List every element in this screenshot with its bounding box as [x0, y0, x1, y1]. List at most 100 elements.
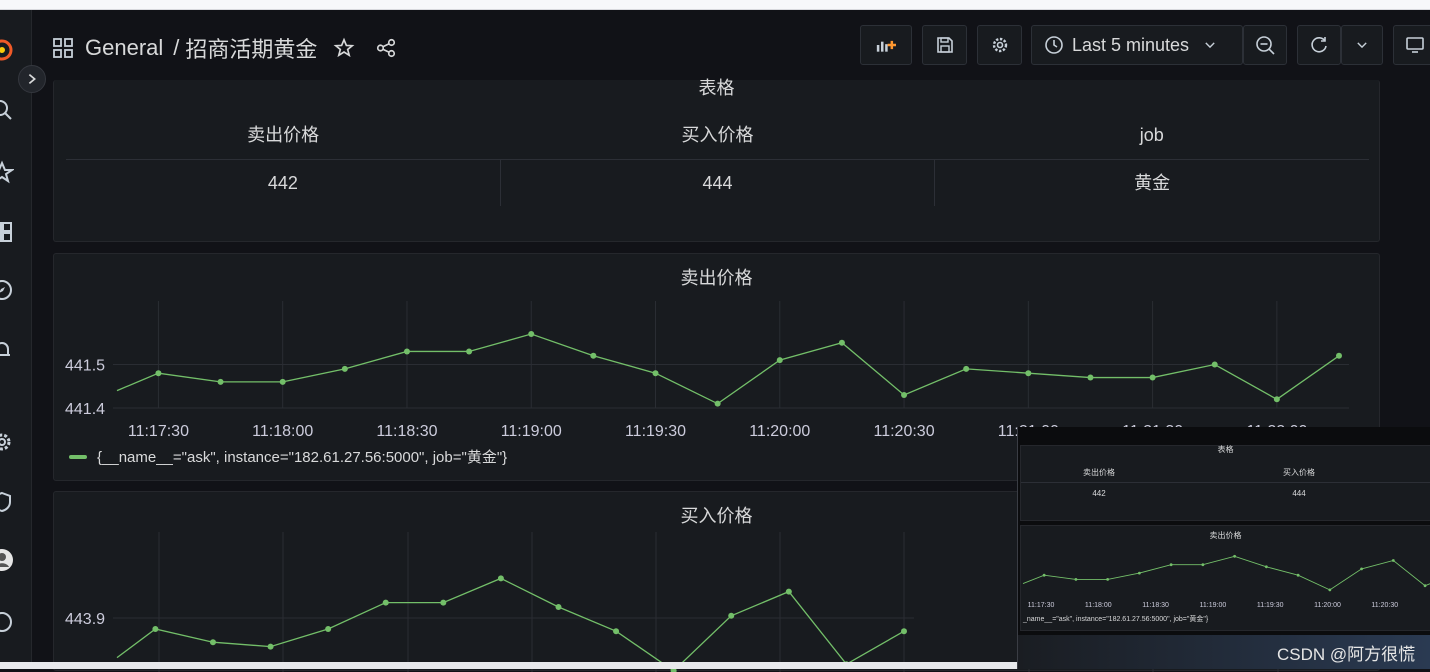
- data-point: [590, 352, 597, 359]
- data-point: [528, 331, 535, 338]
- time-range-picker[interactable]: Last 5 minutes: [1031, 25, 1243, 65]
- star-icon[interactable]: [333, 37, 355, 59]
- thumb-cell: 442: [1092, 489, 1106, 498]
- time-range-label: Last 5 minutes: [1072, 34, 1190, 55]
- data-point: [963, 365, 970, 372]
- thumb-data-point: [1233, 554, 1237, 558]
- add-panel-icon: [876, 40, 896, 52]
- monitor-icon: [1406, 37, 1424, 53]
- chevron-down-icon: [1205, 42, 1215, 49]
- data-point: [279, 378, 286, 385]
- data-point: [497, 575, 504, 582]
- data-point: [1273, 396, 1280, 403]
- data-point: [1087, 374, 1094, 381]
- data-point: [901, 628, 907, 635]
- thumb-x-tick: 11:19:30: [1257, 602, 1284, 609]
- thumb-data-point: [1137, 571, 1141, 575]
- column-header[interactable]: job: [934, 120, 1369, 160]
- refresh-button[interactable]: [1297, 25, 1341, 65]
- browser-bottom-strip: [0, 662, 1017, 669]
- preview-thumbnail: 表格 卖出价格 买入价格 442 444 卖出价格 11:17:30 11:18:…: [1017, 427, 1430, 669]
- thumb-x-tick: 11:18:00: [1085, 602, 1112, 609]
- alerting-bell-icon[interactable]: [0, 338, 14, 362]
- table-cell: 444: [501, 160, 936, 206]
- chart-legend[interactable]: {__name__="ask", instance="182.61.27.56:…: [69, 446, 507, 467]
- view-mode-button[interactable]: [1393, 25, 1430, 65]
- data-point: [217, 378, 224, 385]
- legend-swatch: [69, 454, 87, 459]
- thumb-x-tick: 11:17:30: [1028, 602, 1055, 609]
- data-point: [613, 628, 620, 635]
- data-point: [785, 588, 792, 595]
- thumb-data-point: [1264, 565, 1268, 569]
- x-tick-label: 11:19:30: [625, 423, 686, 440]
- table-panel: 表格 卖出价格 买入价格 job 442 444 黄金: [53, 78, 1380, 242]
- data-point: [901, 391, 908, 398]
- data-point: [155, 370, 162, 377]
- clock-icon: [1045, 36, 1063, 54]
- thumb-data-point: [1296, 573, 1300, 577]
- x-tick-label: 11:20:00: [749, 423, 810, 440]
- thumb-x-tick: 11:20:30: [1371, 602, 1398, 609]
- chevron-down-icon: [1357, 42, 1367, 49]
- thumb-table-title: 表格: [1217, 445, 1234, 454]
- side-menu: [0, 10, 32, 662]
- thumb-x-tick: 11:19:00: [1200, 602, 1227, 609]
- browser-strip: [0, 0, 1430, 10]
- configuration-gear-icon[interactable]: [0, 430, 14, 454]
- dashboard-title[interactable]: 招商活期黄金: [185, 32, 317, 64]
- legend-label: {__name__="ask", instance="182.61.27.56:…: [97, 449, 508, 466]
- table-cell: 黄金: [1134, 173, 1171, 193]
- data-point: [325, 626, 332, 632]
- data-point: [209, 639, 216, 646]
- data-point: [466, 348, 473, 355]
- thumb-data-point: [1328, 588, 1332, 592]
- star-icon[interactable]: [0, 160, 16, 184]
- thumb-col-header: 买入价格: [1283, 468, 1315, 477]
- help-icon[interactable]: [0, 610, 14, 634]
- search-icon[interactable]: [0, 98, 14, 122]
- dashboards-icon[interactable]: [0, 220, 14, 244]
- y-tick-label: 441.4: [65, 401, 105, 418]
- x-tick-label: 11:18:30: [376, 423, 437, 440]
- expand-menu-button[interactable]: [18, 65, 46, 93]
- breadcrumb: General / 招商活期黄金: [53, 32, 397, 64]
- shield-icon[interactable]: [0, 490, 14, 514]
- data-point: [776, 357, 783, 364]
- breadcrumb-separator: /: [173, 35, 180, 60]
- grafana-logo-icon[interactable]: [0, 38, 14, 62]
- data-point: [714, 400, 721, 407]
- table-cell: 442: [66, 160, 501, 206]
- share-icon[interactable]: [375, 37, 397, 59]
- dashboard-settings-button[interactable]: [977, 25, 1022, 65]
- user-avatar[interactable]: [0, 548, 14, 572]
- save-icon: [936, 37, 953, 53]
- thumb-data-point: [1042, 573, 1046, 577]
- thumb-chart-panel: 卖出价格 11:17:30 11:18:00 11:18:30 11:19:00 11:…: [1020, 525, 1430, 631]
- data-point: [267, 643, 274, 650]
- save-dashboard-button[interactable]: [922, 25, 967, 65]
- column-header[interactable]: 卖出价格: [66, 120, 501, 160]
- panel-title[interactable]: 表格: [54, 74, 1379, 100]
- explore-icon[interactable]: [0, 278, 14, 302]
- data-point: [403, 348, 410, 355]
- table-header-row: 卖出价格 买入价格 job: [66, 120, 1369, 160]
- thumb-data-point: [1106, 578, 1110, 581]
- add-panel-button[interactable]: [860, 25, 912, 65]
- zoom-out-button[interactable]: [1243, 25, 1287, 65]
- thumb-legend: _name__="ask", instance="182.61.27.56:50…: [1023, 616, 1209, 623]
- thumb-data-point: [1360, 567, 1363, 571]
- data-point: [652, 370, 659, 377]
- data-point: [728, 612, 735, 619]
- thumb-cell: 444: [1292, 489, 1306, 498]
- thumb-data-point: [1391, 559, 1395, 562]
- zoom-out-icon: [1256, 36, 1275, 55]
- thumb-x-tick: 11:18:30: [1142, 602, 1169, 609]
- refresh-interval-dropdown[interactable]: [1341, 25, 1383, 65]
- chevron-right-icon: [28, 73, 36, 85]
- y-tick-label: 443.9: [65, 611, 105, 628]
- dashboard-navbar: General / 招商活期黄金 Last 5 minutes: [33, 10, 1430, 80]
- x-tick-label: 11:17:30: [128, 423, 189, 440]
- breadcrumb-folder[interactable]: General: [85, 35, 163, 61]
- column-header[interactable]: 买入价格: [500, 120, 935, 160]
